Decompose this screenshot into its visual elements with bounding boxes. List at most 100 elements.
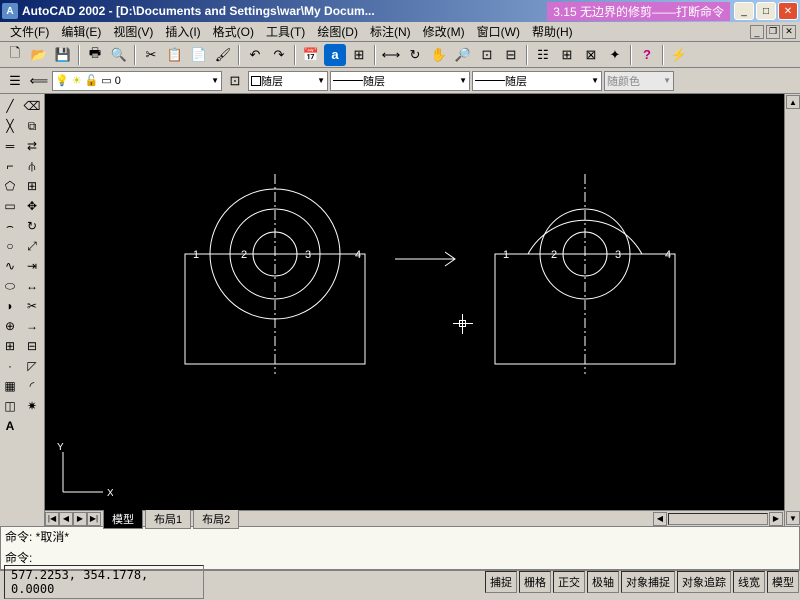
linetype-dropdown[interactable]: 随层 ▼ xyxy=(330,71,470,91)
tab-next[interactable]: ▶ xyxy=(73,512,87,526)
coordinate-display[interactable]: 577.2253, 354.1778, 0.0000 xyxy=(4,565,204,599)
mdi-restore[interactable]: ❐ xyxy=(766,25,780,39)
ellipse-arc-icon[interactable]: ◗ xyxy=(0,296,20,316)
ucs-icon[interactable]: ⊞ xyxy=(348,44,370,66)
rectangle-icon[interactable]: ▭ xyxy=(0,196,20,216)
chamfer-icon[interactable]: ◸ xyxy=(22,356,42,376)
menu-edit[interactable]: 编辑(E) xyxy=(55,21,107,42)
menu-help[interactable]: 帮助(H) xyxy=(526,21,579,42)
autodesk-icon[interactable]: a xyxy=(324,44,346,66)
tab-layout1[interactable]: 布局1 xyxy=(145,509,191,529)
tab-first[interactable]: |◀ xyxy=(45,512,59,526)
paste-icon[interactable]: 📄 xyxy=(188,44,210,66)
mtext-icon[interactable]: A xyxy=(0,416,20,436)
hatch-icon[interactable]: ▦ xyxy=(0,376,20,396)
tab-last[interactable]: ▶| xyxy=(87,512,101,526)
array-icon[interactable]: ⊞ xyxy=(22,176,42,196)
toggle-osnap[interactable]: 对象捕捉 xyxy=(621,571,675,593)
print-icon[interactable]: 🖶 xyxy=(84,44,106,66)
toggle-snap[interactable]: 捕捉 xyxy=(485,571,517,593)
print-preview-icon[interactable]: 🔍 xyxy=(108,44,130,66)
tools-icon[interactable]: ✦ xyxy=(604,44,626,66)
active-assist-icon[interactable]: ⚡ xyxy=(668,44,690,66)
maximize-button[interactable]: □ xyxy=(756,2,776,20)
spline-icon[interactable]: ∿ xyxy=(0,256,20,276)
hscroll-track[interactable] xyxy=(668,513,768,525)
insert-block-icon[interactable]: ⊕ xyxy=(0,316,20,336)
offset-icon[interactable]: ⫛ xyxy=(22,156,42,176)
copy-object-icon[interactable]: ⧉ xyxy=(22,116,42,136)
model-space-canvas[interactable]: 1 2 3 4 1 2 3 4 xyxy=(45,94,784,510)
help-icon[interactable]: ? xyxy=(636,44,658,66)
fillet-icon[interactable]: ◜ xyxy=(22,376,42,396)
layer-prev-icon[interactable]: ⟸ xyxy=(28,70,50,92)
mline-icon[interactable]: ═ xyxy=(0,136,20,156)
circle-icon[interactable]: ○ xyxy=(0,236,20,256)
toggle-polar[interactable]: 极轴 xyxy=(587,571,619,593)
close-button[interactable]: ✕ xyxy=(778,2,798,20)
hscroll-right[interactable]: ▶ xyxy=(769,512,783,526)
designcenter-icon[interactable]: ⊞ xyxy=(556,44,578,66)
properties-icon[interactable]: ☷ xyxy=(532,44,554,66)
erase-icon[interactable]: ⌫ xyxy=(22,96,42,116)
mdi-minimize[interactable]: _ xyxy=(750,25,764,39)
move-icon[interactable]: ✥ xyxy=(22,196,42,216)
vscroll-down[interactable]: ▼ xyxy=(786,511,800,525)
color-dropdown[interactable]: 随层 ▼ xyxy=(248,71,328,91)
menu-draw[interactable]: 绘图(D) xyxy=(311,21,364,42)
zoom-prev-icon[interactable]: ⊟ xyxy=(500,44,522,66)
menu-file[interactable]: 文件(F) xyxy=(4,21,55,42)
vscroll-track[interactable] xyxy=(785,110,800,510)
extend-icon[interactable]: → xyxy=(22,316,42,336)
open-icon[interactable]: 📂 xyxy=(28,44,50,66)
xline-icon[interactable]: ╳ xyxy=(0,116,20,136)
vertical-scrollbar[interactable]: ▲ ▼ xyxy=(784,94,800,526)
toggle-ortho[interactable]: 正交 xyxy=(553,571,585,593)
new-icon[interactable]: 🗋 xyxy=(4,44,26,66)
pline-icon[interactable]: ⌐ xyxy=(0,156,20,176)
today-icon[interactable]: 📅 xyxy=(300,44,322,66)
scale-icon[interactable]: ⤢ xyxy=(22,236,42,256)
explode-icon[interactable]: ✷ xyxy=(22,396,42,416)
drawing-area[interactable]: 1 2 3 4 1 2 3 4 xyxy=(45,94,784,526)
tab-model[interactable]: 模型 xyxy=(103,509,143,529)
menu-tools[interactable]: 工具(T) xyxy=(260,21,311,42)
layer-manager-icon[interactable]: ☰ xyxy=(4,70,26,92)
vscroll-up[interactable]: ▲ xyxy=(786,95,800,109)
dbconnect-icon[interactable]: ⊠ xyxy=(580,44,602,66)
pan-icon[interactable]: ✋ xyxy=(428,44,450,66)
redraw-icon[interactable]: ↻ xyxy=(404,44,426,66)
dist-icon[interactable]: ⟷ xyxy=(380,44,402,66)
match-properties-icon[interactable]: 🖌 xyxy=(212,44,234,66)
command-window[interactable]: 命令: *取消* 命令: xyxy=(0,526,800,570)
trim-icon[interactable]: ✂ xyxy=(22,296,42,316)
stretch-icon[interactable]: ⇥ xyxy=(22,256,42,276)
lengthen-icon[interactable]: ↔ xyxy=(22,276,42,296)
toggle-otrack[interactable]: 对象追踪 xyxy=(677,571,731,593)
make-block-icon[interactable]: ⊞ xyxy=(0,336,20,356)
zoom-window-icon[interactable]: ⊡ xyxy=(476,44,498,66)
region-icon[interactable]: ◫ xyxy=(0,396,20,416)
mdi-close[interactable]: ✕ xyxy=(782,25,796,39)
tab-prev[interactable]: ◀ xyxy=(59,512,73,526)
mirror-icon[interactable]: ⇄ xyxy=(22,136,42,156)
polygon-icon[interactable]: ⬠ xyxy=(0,176,20,196)
layer-dropdown[interactable]: 💡 ☀ 🔓 ▭ 0 ▼ xyxy=(52,71,222,91)
break-icon[interactable]: ⊟ xyxy=(22,336,42,356)
ellipse-icon[interactable]: ⬭ xyxy=(0,276,20,296)
undo-icon[interactable]: ↶ xyxy=(244,44,266,66)
toggle-grid[interactable]: 栅格 xyxy=(519,571,551,593)
save-icon[interactable]: 💾 xyxy=(52,44,74,66)
arc-icon[interactable]: ⌢ xyxy=(0,216,20,236)
cut-icon[interactable]: ✂ xyxy=(140,44,162,66)
toggle-model[interactable]: 模型 xyxy=(767,571,799,593)
tab-layout2[interactable]: 布局2 xyxy=(193,509,239,529)
menu-dimension[interactable]: 标注(N) xyxy=(364,21,417,42)
menu-modify[interactable]: 修改(M) xyxy=(417,21,471,42)
point-icon[interactable]: · xyxy=(0,356,20,376)
menu-format[interactable]: 格式(O) xyxy=(207,21,260,42)
toggle-lwt[interactable]: 线宽 xyxy=(733,571,765,593)
zoom-realtime-icon[interactable]: 🔎 xyxy=(452,44,474,66)
redo-icon[interactable]: ↷ xyxy=(268,44,290,66)
hscroll-left[interactable]: ◀ xyxy=(653,512,667,526)
